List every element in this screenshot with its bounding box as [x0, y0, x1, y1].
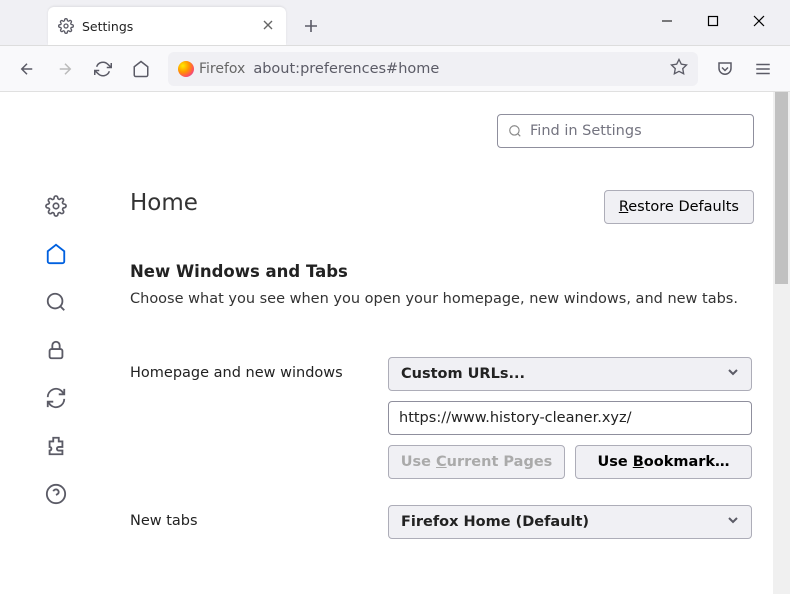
close-icon[interactable] — [260, 17, 276, 36]
pocket-button[interactable] — [708, 52, 742, 86]
sidebar-item-general[interactable] — [44, 194, 68, 218]
maximize-button[interactable] — [690, 5, 736, 37]
homepage-label: Homepage and new windows — [130, 357, 388, 381]
bookmark-star-icon[interactable] — [670, 58, 688, 80]
sidebar-item-extensions[interactable] — [44, 434, 68, 458]
homepage-url-input[interactable]: https://www.history-cleaner.xyz/ — [388, 401, 752, 435]
chevron-down-icon — [727, 366, 739, 382]
reload-button[interactable] — [86, 52, 120, 86]
search-placeholder: Find in Settings — [530, 123, 642, 139]
tab-title: Settings — [82, 19, 133, 34]
use-current-pages-button[interactable]: Use Current Pages — [388, 445, 565, 479]
main-content: Find in Settings Home Restore Defaults N… — [112, 92, 790, 594]
back-button[interactable] — [10, 52, 44, 86]
sidebar-item-search[interactable] — [44, 290, 68, 314]
sidebar-item-help[interactable] — [44, 482, 68, 506]
sidebar-item-home[interactable] — [44, 242, 68, 266]
home-button[interactable] — [124, 52, 158, 86]
search-input[interactable]: Find in Settings — [497, 114, 754, 148]
gear-icon — [58, 18, 74, 34]
homepage-mode-dropdown[interactable]: Custom URLs... — [388, 357, 752, 391]
firefox-icon — [178, 61, 194, 77]
newtabs-dropdown[interactable]: Firefox Home (Default) — [388, 505, 752, 539]
sidebar-item-sync[interactable] — [44, 386, 68, 410]
use-bookmark-button[interactable]: Use Bookmark… — [575, 445, 752, 479]
sidebar-item-privacy[interactable] — [44, 338, 68, 362]
tab-bar: Settings — [0, 0, 790, 46]
url-bar[interactable]: Firefox about:preferences#home — [168, 52, 698, 86]
nav-toolbar: Firefox about:preferences#home — [0, 46, 790, 92]
settings-sidebar — [0, 92, 112, 594]
dropdown-value: Custom URLs... — [401, 366, 525, 382]
scrollbar[interactable] — [773, 92, 790, 594]
forward-button[interactable] — [48, 52, 82, 86]
new-tab-button[interactable] — [296, 11, 326, 41]
chevron-down-icon — [727, 514, 739, 530]
search-icon — [508, 124, 522, 138]
newtabs-label: New tabs — [130, 505, 388, 529]
section-description: Choose what you see when you open your h… — [130, 289, 760, 309]
dropdown-value: Firefox Home (Default) — [401, 514, 589, 530]
window-controls — [644, 5, 782, 37]
scrollbar-thumb[interactable] — [775, 92, 788, 284]
app-menu-button[interactable] — [746, 52, 780, 86]
identity-box[interactable]: Firefox — [178, 61, 245, 77]
url-text: about:preferences#home — [253, 61, 439, 77]
section-title: New Windows and Tabs — [130, 262, 760, 281]
minimize-button[interactable] — [644, 5, 690, 37]
close-window-button[interactable] — [736, 5, 782, 37]
tab-settings[interactable]: Settings — [48, 7, 286, 45]
restore-defaults-button[interactable]: Restore Defaults — [604, 190, 754, 224]
identity-label: Firefox — [199, 61, 245, 77]
